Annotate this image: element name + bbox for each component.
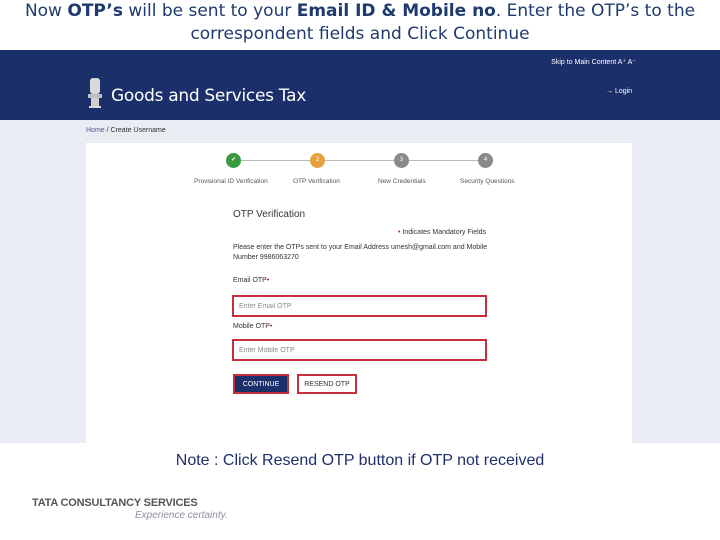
breadcrumb: Home / Create Username xyxy=(86,127,166,134)
resend-otp-button[interactable]: RESEND OTP xyxy=(297,374,357,394)
mobile-otp-label: Mobile OTP• xyxy=(233,323,272,330)
step-2-marker: 2 xyxy=(310,153,325,168)
email-required-mark: • xyxy=(266,277,270,284)
national-emblem-icon xyxy=(88,78,102,108)
heading-email-mobile: Email ID & Mobile no xyxy=(296,1,496,21)
portal-screenshot: Skip to Main Content A⁺ A⁻ Goods and Ser… xyxy=(0,50,720,443)
heading-text-1: Now xyxy=(24,1,68,21)
step-4-label: Security Questions xyxy=(460,178,515,185)
otp-instruction: Please enter the OTPs sent to your Email… xyxy=(233,244,488,261)
email-otp-label: Email OTP• xyxy=(233,277,269,284)
step-2-label: OTP Verification xyxy=(293,178,340,185)
skip-to-content-link[interactable]: Skip to Main Content A⁺ A⁻ xyxy=(551,58,636,66)
mandatory-text: Indicates Mandatory Fields xyxy=(400,229,487,236)
mandatory-note: • Indicates Mandatory Fields xyxy=(398,229,486,236)
heading-text-2: will be sent to your xyxy=(122,1,297,21)
step-4-marker: 4 xyxy=(478,153,493,168)
slide-heading: Now OTP’s will be sent to your Email ID … xyxy=(0,0,720,50)
email-otp-input[interactable] xyxy=(232,295,487,317)
stepper-line xyxy=(233,160,488,161)
tcs-tagline: Experience certainty. xyxy=(135,510,228,521)
tcs-logo: TATA CONSULTANCY SERVICES xyxy=(32,497,198,509)
step-1-marker: ✔ xyxy=(226,153,241,168)
breadcrumb-home[interactable]: Home xyxy=(86,127,105,134)
heading-otp: OTP’s xyxy=(67,1,123,21)
continue-button[interactable]: CONTINUE xyxy=(233,374,289,394)
portal-title[interactable]: Goods and Services Tax xyxy=(111,86,306,106)
email-otp-label-text: Email OTP xyxy=(233,277,267,284)
breadcrumb-current: Create Username xyxy=(110,127,166,134)
step-3-label: New Credentials xyxy=(378,178,426,185)
form-panel: ✔ Provisional ID Verification 2 OTP Verific… xyxy=(86,143,632,443)
mobile-otp-label-text: Mobile OTP xyxy=(233,323,270,330)
step-3-marker: 3 xyxy=(394,153,409,168)
step-1-label: Provisional ID Verification xyxy=(194,178,268,185)
mobile-required-mark: • xyxy=(269,323,273,330)
resend-note: Note : Click Resend OTP button if OTP no… xyxy=(175,452,545,469)
form-title: OTP Verification xyxy=(233,209,306,220)
login-link[interactable]: → Login xyxy=(606,88,632,95)
mobile-otp-input[interactable] xyxy=(232,339,487,361)
